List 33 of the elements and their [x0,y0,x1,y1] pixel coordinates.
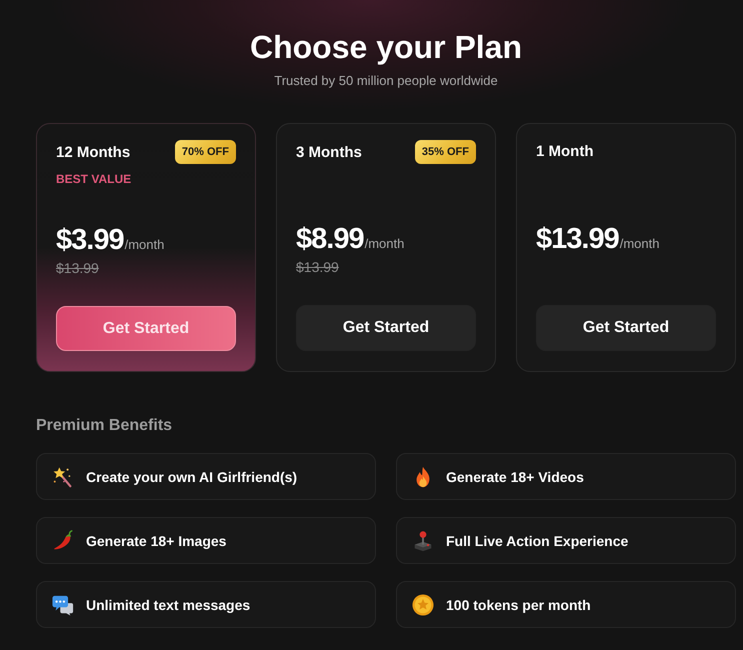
plan-duration: 12 Months [56,144,130,160]
period-text: /month [124,237,164,252]
plan-duration: 3 Months [296,144,362,160]
period-text: /month [364,236,404,252]
plan-card[interactable]: 12 Months 70% OFF BEST VALUE $3.99/month $13.99 Get Started [36,123,256,372]
benefit-text: Create your own AI Girlfriend(s) [86,468,298,484]
benefit-text: 100 tokens per month [446,596,591,612]
period-text: /month [620,236,660,252]
chili-pepper-icon [52,530,74,552]
original-price: $13.99 [296,259,339,276]
magic-wand-icon [52,466,74,488]
benefit-text: Generate 18+ Videos [446,468,584,484]
discount-badge: 35% OFF [414,140,476,164]
best-value-label: BEST VALUE [56,172,132,186]
speech-bubbles-icon [52,594,74,616]
plan-duration: 1 Month [536,143,594,160]
plan-card[interactable]: 3 Months 35% OFF $8.99/month $13.99 Get Started [276,123,496,372]
benefit-text: Full Live Action Experience [446,532,628,548]
benefit-text: Generate 18+ Images [86,532,226,548]
page-subtitle: Trusted by 50 million people worldwide [273,73,499,89]
price-text: $8.99 [296,223,364,256]
star-coin-icon [412,594,434,616]
get-started-button[interactable]: Get Started [536,304,716,351]
price-text: $13.99 [536,223,619,256]
page-title: Choose your Plan [248,29,524,66]
price-text: $3.99 [56,224,124,256]
benefit-text: Unlimited text messages [86,596,250,612]
get-started-button[interactable]: Get Started [296,305,476,351]
original-price: $13.99 [56,260,99,276]
plan-card[interactable]: 1 Month $13.99/month Get Started [516,123,736,372]
joystick-icon [412,530,434,552]
section-heading: Premium Benefits [36,416,174,436]
discount-badge: 70% OFF [174,140,236,164]
